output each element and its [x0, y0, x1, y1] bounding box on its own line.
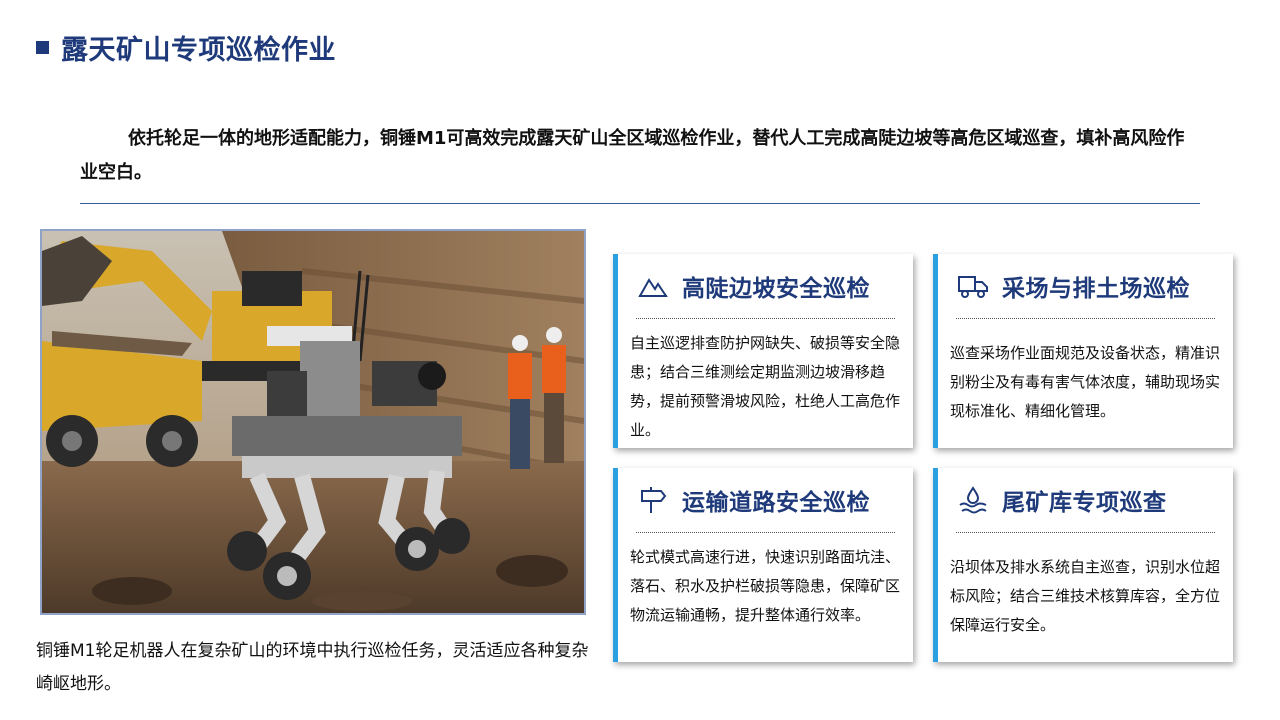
- section-divider: [80, 203, 1200, 204]
- card-title: 高陡边坡安全巡检: [682, 276, 870, 302]
- card-header: 高陡边坡安全巡检: [618, 254, 913, 318]
- card-body: 巡查采场作业面规范及设备状态，精准识别粉尘及有毒有害气体浓度，辅助现场实现标准化…: [950, 344, 1221, 420]
- title-marker: [36, 41, 49, 54]
- card-road-inspection: 运输道路安全巡检 轮式模式高速行进，快速识别路面坑洼、落石、积水及护栏破损等隐患…: [613, 468, 913, 662]
- mountain-icon: [636, 269, 670, 303]
- card-title: 运输道路安全巡检: [682, 490, 870, 516]
- road-sign-icon: [636, 483, 670, 517]
- robot-photo-illustration: [42, 231, 584, 613]
- card-title: 采场与排土场巡检: [1002, 276, 1190, 302]
- card-header: 采场与排土场巡检: [938, 254, 1233, 318]
- photo-caption: 铜锤M1轮足机器人在复杂矿山的环境中执行巡检任务，灵活适应各种复杂崎岖地形。: [36, 641, 589, 694]
- dump-truck-icon: [956, 269, 990, 303]
- card-pit-dump-inspection: 采场与排土场巡检 巡查采场作业面规范及设备状态，精准识别粉尘及有毒有害气体浓度，…: [933, 254, 1233, 448]
- card-tailings-inspection: 尾矿库专项巡查 沿坝体及排水系统自主巡查，识别水位超标风险；结合三维技术核算库容…: [933, 468, 1233, 662]
- robot-photo: [40, 229, 586, 615]
- card-slope-inspection: 高陡边坡安全巡检 自主巡逻排查防护网缺失、破损等安全隐患；结合三维测绘定期监测边…: [613, 254, 913, 448]
- intro-paragraph: 依托轮足一体的地形适配能力，铜锤M1可高效完成露天矿山全区域巡检作业，替代人工完…: [80, 128, 1185, 183]
- card-body: 轮式模式高速行进，快速识别路面坑洼、落石、积水及护栏破损等隐患，保障矿区物流运输…: [630, 548, 901, 624]
- card-body: 自主巡逻排查防护网缺失、破损等安全隐患；结合三维测绘定期监测边坡滑移趋势，提前预…: [630, 334, 901, 439]
- card-header: 运输道路安全巡检: [618, 468, 913, 532]
- card-header: 尾矿库专项巡查: [938, 468, 1233, 532]
- page-title: 露天矿山专项巡检作业: [61, 35, 336, 66]
- title-bar: 露天矿山专项巡检作业: [36, 28, 336, 67]
- water-drop-icon: [956, 483, 990, 517]
- card-title: 尾矿库专项巡查: [1002, 490, 1167, 516]
- card-body: 沿坝体及排水系统自主巡查，识别水位超标风险；结合三维技术核算库容，全方位保障运行…: [950, 558, 1221, 634]
